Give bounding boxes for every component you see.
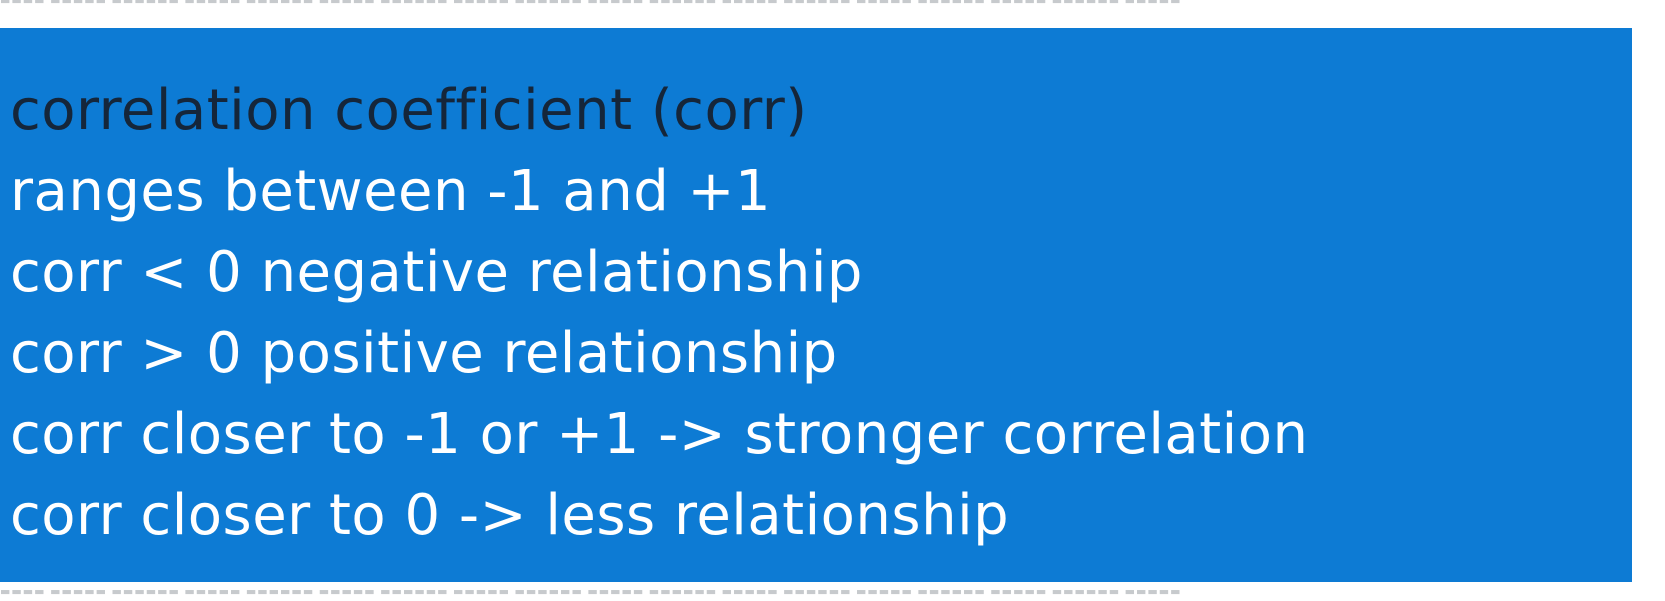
background-table-strip-top: ▬▬▬▬ ▬▬▬▬▬ ▬▬▬▬▬▬ ▬▬▬▬▬ ▬▬▬▬▬▬ ▬▬▬▬▬ ▬▬▬…	[0, 0, 1182, 7]
correlation-notes-overlay: correlation coefficient (corr) ranges be…	[0, 28, 1632, 582]
overlay-line-positive: corr > 0 positive relationship	[10, 321, 838, 386]
background-table-strip-bottom: ▬▬▬▬ ▬▬▬▬▬ ▬▬▬▬▬▬ ▬▬▬▬▬ ▬▬▬▬▬▬ ▬▬▬▬▬ ▬▬▬…	[0, 585, 1182, 598]
overlay-line-stronger: corr closer to -1 or +1 -> stronger corr…	[10, 402, 1309, 467]
overlay-heading: correlation coefficient (corr)	[10, 78, 808, 143]
overlay-line-less: corr closer to 0 -> less relationship	[10, 483, 1010, 548]
overlay-line-negative: corr < 0 negative relationship	[10, 240, 863, 305]
overlay-line-range: ranges between -1 and +1	[10, 159, 772, 224]
